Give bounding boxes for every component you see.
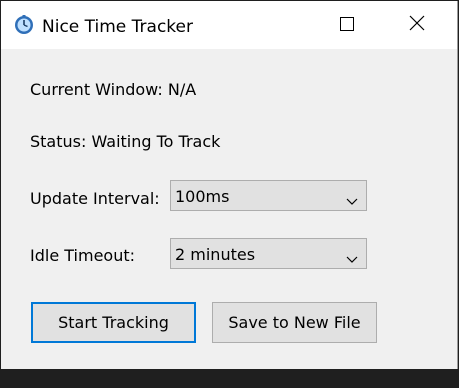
chevron-down-icon [346,191,358,205]
idle-timeout-select[interactable]: 2 minutes [170,238,367,269]
idle-timeout-label: Idle Timeout: [30,246,135,265]
window-title: Nice Time Tracker [42,17,193,37]
current-window-label: Current Window: N/A [30,80,197,99]
update-interval-select[interactable]: 100ms [170,180,367,211]
close-icon [409,15,425,35]
idle-timeout-value: 2 minutes [175,245,256,264]
maximize-button[interactable] [324,1,370,49]
title-bar[interactable]: Nice Time Tracker [1,1,457,49]
minimize-icon [290,16,302,35]
start-tracking-button[interactable]: Start Tracking [31,302,196,343]
save-to-new-file-button[interactable]: Save to New File [212,302,377,343]
chevron-down-icon [346,249,358,263]
stopwatch-icon [14,15,34,35]
status-label: Status: Waiting To Track [30,132,221,151]
maximize-icon [340,16,354,35]
update-interval-value: 100ms [175,187,230,206]
update-interval-label: Update Interval: [30,189,160,208]
close-button[interactable] [394,1,440,49]
app-window: Nice Time Tracker Current Window: N/A St… [1,1,458,369]
minimize-button[interactable] [273,1,319,49]
